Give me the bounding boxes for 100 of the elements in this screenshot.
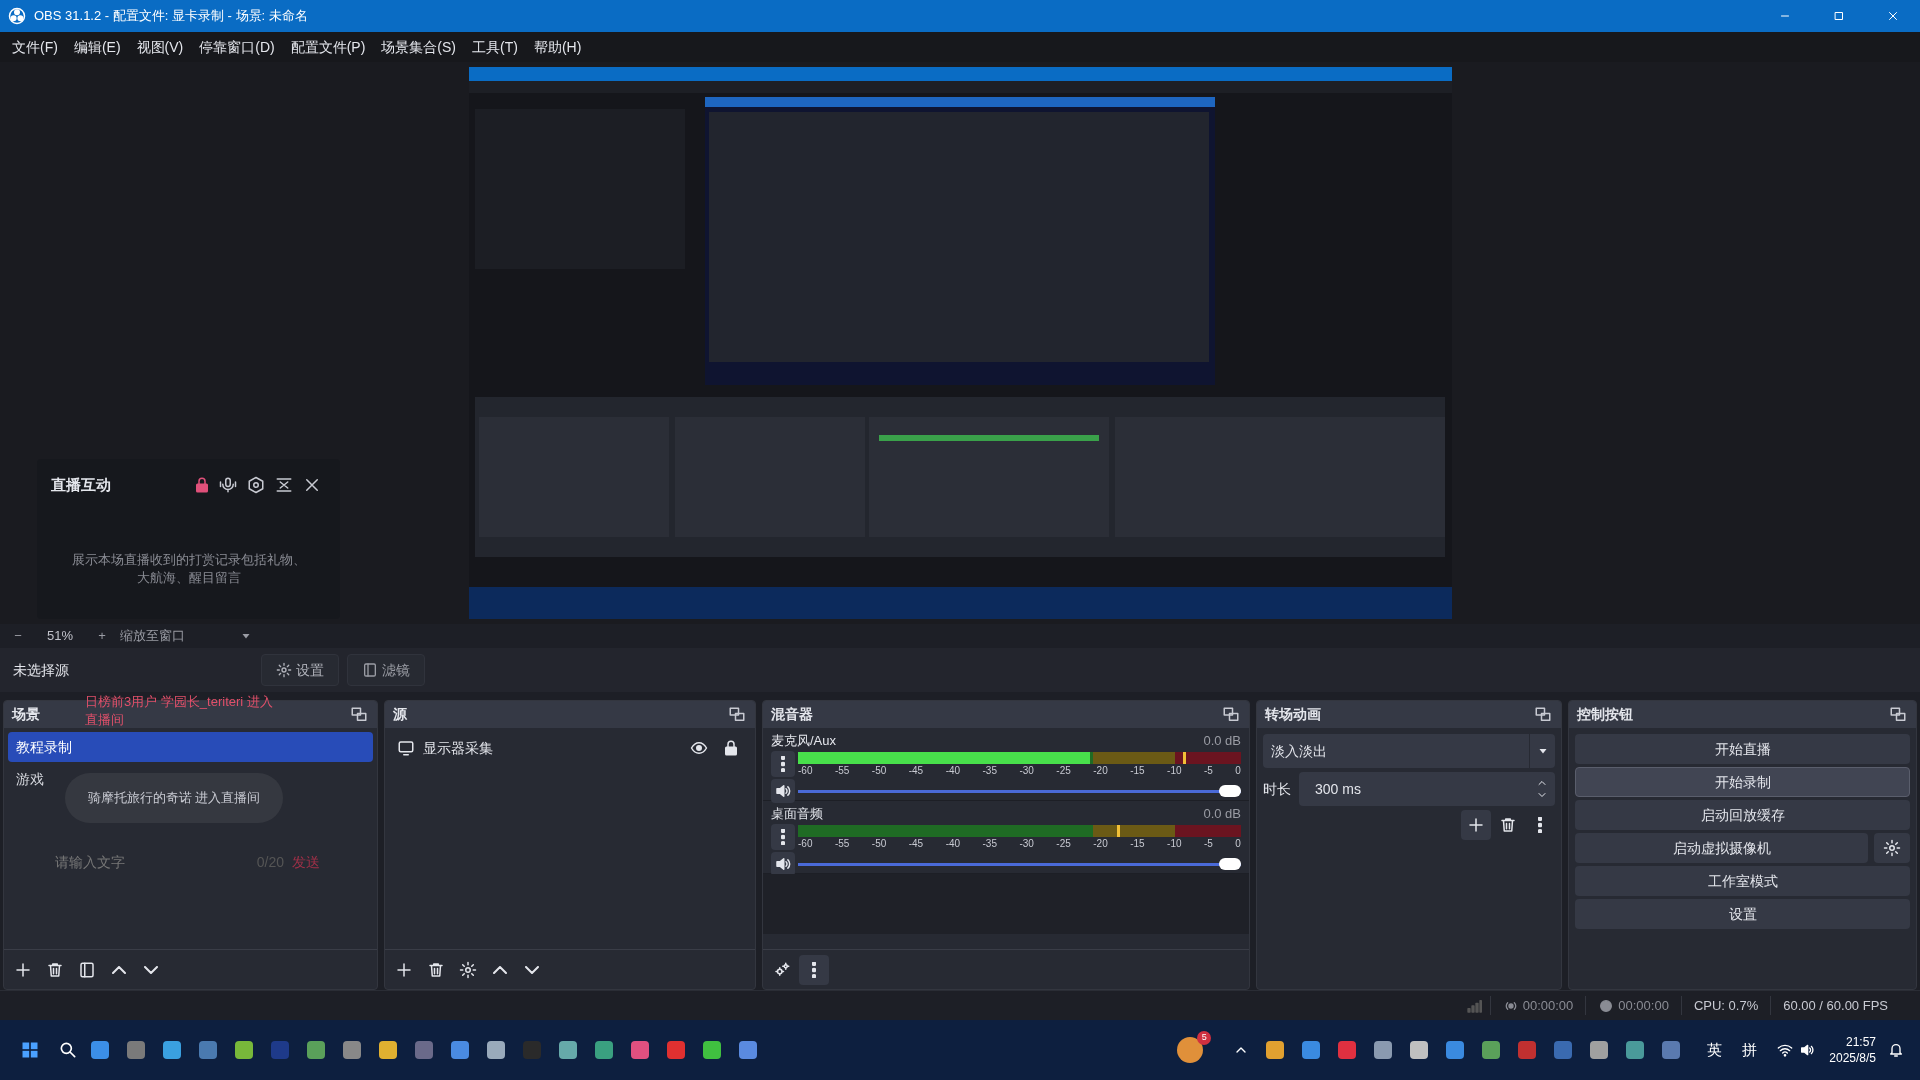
menu-item[interactable]: 停靠窗口(D) (191, 36, 283, 58)
microphone-icon (219, 476, 237, 494)
chat-bubble: 骑摩托旅行的奇诺 进入直播间 (65, 773, 283, 823)
channel-reading: 0.0 dB (1203, 732, 1241, 749)
virtual-camera-settings-button[interactable] (1874, 833, 1910, 863)
app-icon[interactable] (484, 1038, 508, 1062)
channel-menu-button[interactable] (771, 824, 795, 850)
control-button[interactable]: 工作室模式 (1575, 866, 1910, 896)
mute-button[interactable] (771, 852, 795, 876)
app-icon[interactable] (376, 1038, 400, 1062)
input-method-indicator[interactable]: 英 (1707, 1038, 1723, 1062)
move-up-icon (493, 965, 507, 974)
menu-item[interactable]: 帮助(H) (525, 36, 590, 58)
dock-title: 源 (393, 705, 407, 724)
control-button[interactable]: 开始直播 (1575, 734, 1910, 764)
filter-icon (362, 662, 378, 678)
control-button[interactable]: 启动虚拟摄像机 (1575, 833, 1868, 863)
meter-scale-label: -45 (908, 764, 924, 777)
app-icon[interactable] (304, 1038, 328, 1062)
zoom-in-button[interactable]: + (92, 626, 112, 646)
gear-icon (276, 662, 292, 678)
chat-input[interactable]: 请输入文字 (47, 851, 249, 873)
transition-dropdown[interactable]: 淡入淡出 (1263, 734, 1555, 768)
meter-scale-label: -55 (834, 764, 850, 777)
meter-scale-label: -60 (798, 837, 813, 850)
app-icon[interactable] (628, 1038, 652, 1062)
remove-icon (1499, 816, 1517, 834)
mute-button[interactable] (771, 779, 795, 803)
mixer-menu-icon (812, 961, 816, 978)
volume-icon (1799, 1042, 1816, 1058)
meter-scale-label: -20 (1093, 764, 1108, 777)
input-method-indicator[interactable]: 拼 (1742, 1038, 1758, 1062)
source-name: 显示器采集 (423, 738, 494, 758)
scene-item[interactable]: 教程录制 (8, 732, 373, 762)
control-button[interactable]: 启动回放缓存 (1575, 800, 1910, 830)
scene-item[interactable]: 游戏 (8, 764, 52, 794)
app-icon[interactable] (556, 1038, 580, 1062)
menu-item[interactable]: 工具(T) (464, 36, 526, 58)
menu-item[interactable]: 配置文件(P) (282, 36, 374, 58)
zoom-level: 51% (46, 627, 74, 646)
app-icon[interactable] (124, 1038, 148, 1062)
source-item[interactable]: 显示器采集 (389, 732, 751, 764)
menu-item[interactable]: 文件(F) (4, 36, 66, 58)
advanced-audio-icon (773, 960, 791, 979)
volume-slider[interactable] (798, 858, 1241, 870)
record-icon (1598, 997, 1615, 1014)
control-button[interactable]: 设置 (1575, 899, 1910, 929)
undock-icon (350, 705, 368, 724)
remove-icon (46, 960, 64, 979)
empty-message: 展示本场直播收到的打赏记录包括礼物、大航海、醒目留言 (70, 551, 307, 587)
meter-scale-label: -30 (1019, 764, 1034, 777)
channel-reading: 0.0 dB (1203, 805, 1241, 822)
zoom-mode-dropdown[interactable]: 缩放至窗口 (116, 626, 256, 646)
close-icon (303, 476, 321, 494)
add-icon (1467, 816, 1485, 834)
meter-scale-label: -25 (1056, 837, 1071, 850)
undock-icon (728, 705, 746, 724)
meter-scale-label: -35 (982, 764, 997, 777)
mixer-menu-button[interactable] (799, 954, 829, 985)
settings-icon (247, 476, 265, 494)
meter-scale-label: -20 (1093, 837, 1108, 850)
panel-title: 直播互动 (51, 474, 112, 495)
entry-notice: 日榜前3用户 学园长_teriteri 进入直播间 (85, 693, 274, 729)
channel-menu-button[interactable] (771, 751, 795, 777)
properties-icon (459, 960, 477, 979)
zoom-out-button[interactable]: − (8, 626, 28, 646)
meter-scale-label: -35 (982, 837, 997, 850)
properties-button[interactable]: 设置 (261, 654, 339, 686)
add-icon (14, 960, 32, 979)
app-icon[interactable] (592, 1038, 616, 1062)
menu-item[interactable]: 场景集合(S) (373, 36, 464, 58)
app-icon[interactable] (232, 1038, 256, 1062)
collapse-icon (275, 476, 293, 494)
menu-item[interactable]: 编辑(E) (65, 36, 129, 58)
add-button[interactable] (1461, 810, 1491, 840)
duration-field[interactable]: 300 ms (1299, 772, 1555, 806)
notification-badge: 5 (1197, 1031, 1212, 1045)
app-icon[interactable] (160, 1038, 184, 1062)
volume-slider[interactable] (798, 785, 1241, 797)
add-icon (395, 960, 413, 979)
clock-time: 21:57 (1845, 1034, 1876, 1050)
app-icon[interactable] (88, 1038, 112, 1062)
meter-scale-label: -50 (871, 764, 887, 777)
app-icon[interactable] (340, 1038, 364, 1062)
app-icon[interactable] (196, 1038, 220, 1062)
meter-scale-label: -55 (834, 837, 850, 850)
weather-widget[interactable] (1177, 1037, 1204, 1063)
meter-scale-label: -10 (1167, 764, 1182, 777)
control-button[interactable]: 开始录制 (1575, 767, 1910, 797)
app-icon[interactable] (700, 1038, 724, 1062)
menu-icon (1538, 817, 1542, 833)
filters-button[interactable]: 滤镜 (347, 654, 425, 686)
app-icon[interactable] (448, 1038, 472, 1062)
undock-icon (1534, 705, 1552, 724)
cpu-usage: CPU: 0.7% (1680, 995, 1771, 1016)
meter-scale-label: -40 (945, 764, 961, 777)
menu-item[interactable]: 视图(V) (128, 36, 192, 58)
obs-logo-icon (8, 7, 26, 25)
close-icon (1887, 10, 1899, 22)
app-icon[interactable] (736, 1038, 760, 1062)
